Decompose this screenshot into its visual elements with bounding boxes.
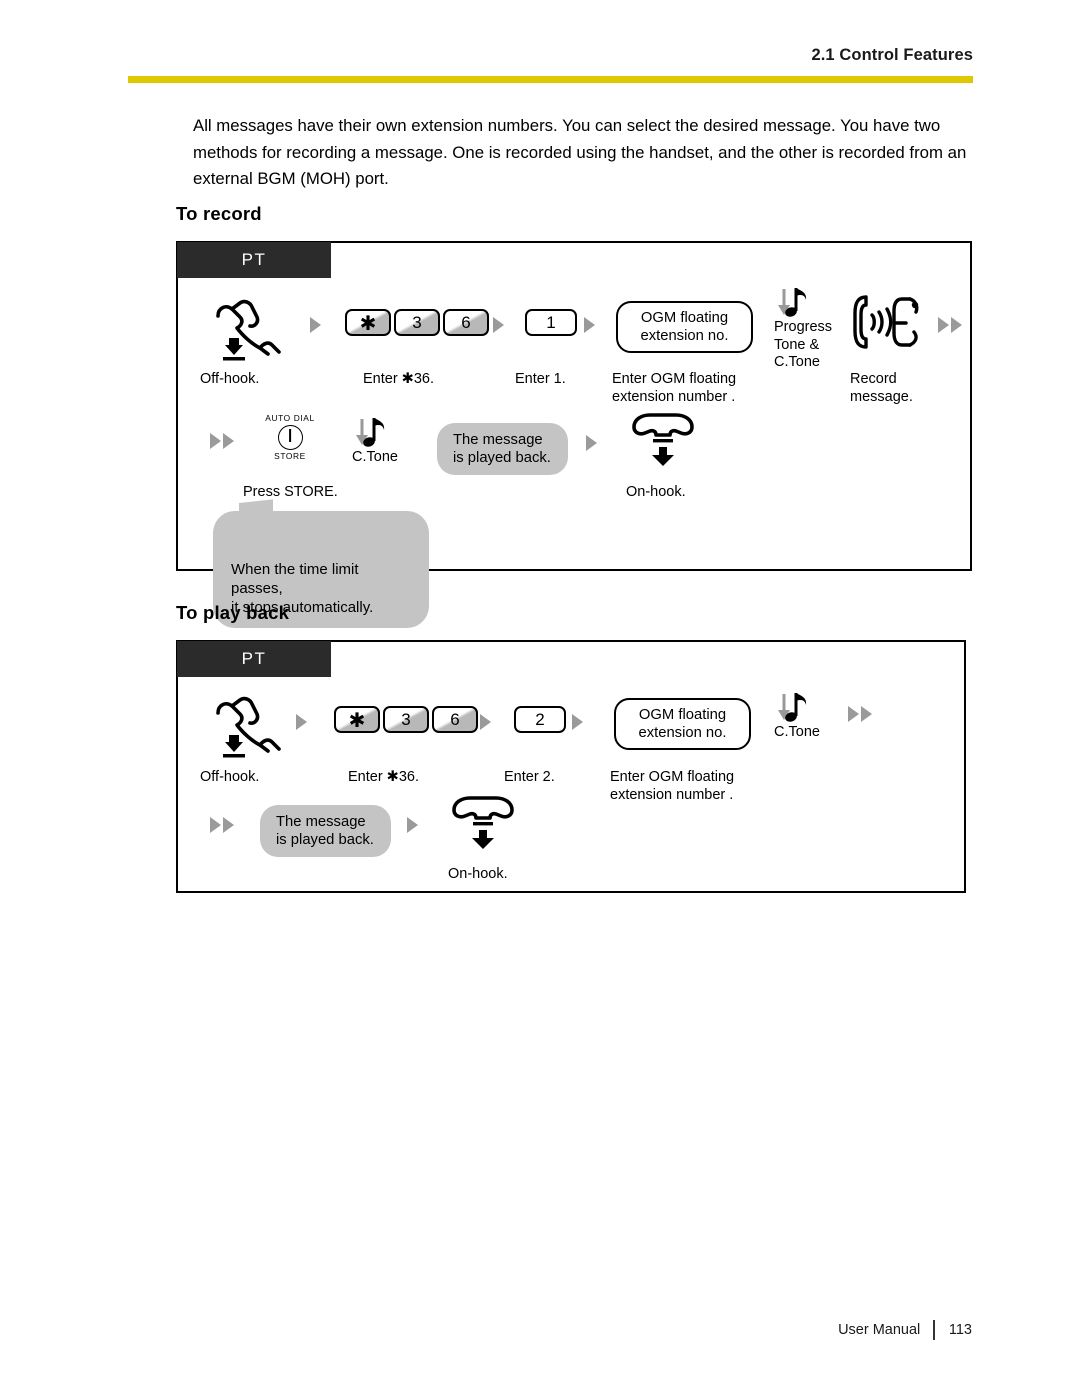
page-header: 2.1 Control Features <box>128 46 973 65</box>
ctone-label-record: C.Tone <box>352 449 398 465</box>
music-note-icon <box>352 415 392 449</box>
music-note-icon <box>774 285 814 319</box>
caption-enter-1: Enter 1. <box>515 371 566 387</box>
off-hook-handset-icon <box>210 298 286 361</box>
flow-arrow-4 <box>586 435 597 451</box>
caption-enter-star36: Enter ✱36. <box>363 371 434 387</box>
key-3[interactable]: 3 <box>394 309 440 336</box>
diagram-to-record: PT Off-hook. ✱ 3 6 Enter ✱36. 1 Enter 1.… <box>176 241 972 628</box>
caption-enter-star36: Enter ✱36. <box>348 769 419 785</box>
auto-dial-store-button[interactable]: AUTO DIAL STORE <box>250 413 330 462</box>
section-title-to-record: To record <box>176 203 262 224</box>
store-power-icon <box>277 425 303 450</box>
caption-off-hook: Off-hook. <box>200 769 260 785</box>
on-hook-handset-icon <box>626 411 700 467</box>
keypad-key-1-record: 1 <box>525 309 577 336</box>
key-star-label: ✱ <box>348 709 366 732</box>
bubble-message-played-back-playback: The message is played back. <box>260 805 391 857</box>
bubble-message-played-back-record: The message is played back. <box>437 423 568 475</box>
off-hook-handset-icon <box>210 695 286 758</box>
footer-manual-label: User Manual <box>838 1322 921 1338</box>
key-star[interactable]: ✱ <box>334 706 380 733</box>
store-label: STORE <box>274 451 306 461</box>
ctone-group-playback: C.Tone <box>774 690 820 742</box>
header-rule <box>128 76 973 83</box>
caption-on-hook-playback: On-hook. <box>448 866 508 882</box>
progress-tone-group: Progress Tone & C.Tone <box>774 285 832 372</box>
key-3[interactable]: 3 <box>383 706 429 733</box>
caption-on-hook-record: On-hook. <box>626 484 686 500</box>
key-2[interactable]: 2 <box>514 706 566 733</box>
pt-tab-record: PT <box>177 242 331 278</box>
pt-tab-playback: PT <box>177 641 331 677</box>
header-section-label: 2.1 Control Features <box>811 46 973 64</box>
key-6[interactable]: 6 <box>432 706 478 733</box>
flow-arrow-double-2 <box>210 817 234 833</box>
flow-arrow-2 <box>493 317 504 333</box>
pill-ogm-floating-extension-record: OGM floating extension no. <box>616 301 753 353</box>
on-hook-handset-icon <box>446 794 520 850</box>
caption-enter-2: Enter 2. <box>504 769 555 785</box>
section-title-to-play-back: To play back <box>176 602 290 623</box>
key-1[interactable]: 1 <box>525 309 577 336</box>
key-star-label: ✱ <box>359 312 377 335</box>
flow-arrow-double-2 <box>210 433 234 449</box>
flow-arrow-3 <box>584 317 595 333</box>
music-note-icon <box>774 690 814 724</box>
flow-arrow-1 <box>310 317 321 333</box>
caption-enter-ogm-extension: Enter OGM floating extension number . <box>610 769 735 803</box>
auto-dial-label: AUTO DIAL <box>265 413 315 423</box>
page-footer: User Manual 113 <box>0 1320 1080 1340</box>
keypad-keys-star36-record: ✱ 3 6 <box>345 309 489 336</box>
keypad-key-2-playback: 2 <box>514 706 566 733</box>
key-star[interactable]: ✱ <box>345 309 391 336</box>
ctone-label-playback: C.Tone <box>774 724 820 740</box>
callout-tail-pointer <box>239 499 273 517</box>
caption-off-hook: Off-hook. <box>200 371 260 387</box>
flow-arrow-4 <box>407 817 418 833</box>
keypad-keys-star36-playback: ✱ 3 6 <box>334 706 478 733</box>
pill-ogm-floating-extension-playback: OGM floating extension no. <box>614 698 751 750</box>
flow-arrow-2 <box>480 714 491 730</box>
intro-paragraph: All messages have their own extension nu… <box>193 116 967 188</box>
key-6[interactable]: 6 <box>443 309 489 336</box>
footer-page-number: 113 <box>948 1322 972 1338</box>
flow-arrow-double-1 <box>938 317 962 333</box>
caption-enter-ogm-extension: Enter OGM floating extension number . <box>612 371 737 405</box>
ctone-group-record: C.Tone <box>352 415 398 467</box>
flow-arrow-3 <box>572 714 583 730</box>
caption-record-message: Record message. <box>850 371 913 405</box>
flow-arrow-1 <box>296 714 307 730</box>
progress-tone-label: Progress Tone & C.Tone <box>774 319 833 370</box>
flow-arrow-double-1 <box>848 706 872 722</box>
diagram-to-play-back: PT Off-hook. ✱ 3 6 Enter ✱36. 2 Enter 2.… <box>176 640 966 893</box>
record-message-icon <box>850 291 924 353</box>
